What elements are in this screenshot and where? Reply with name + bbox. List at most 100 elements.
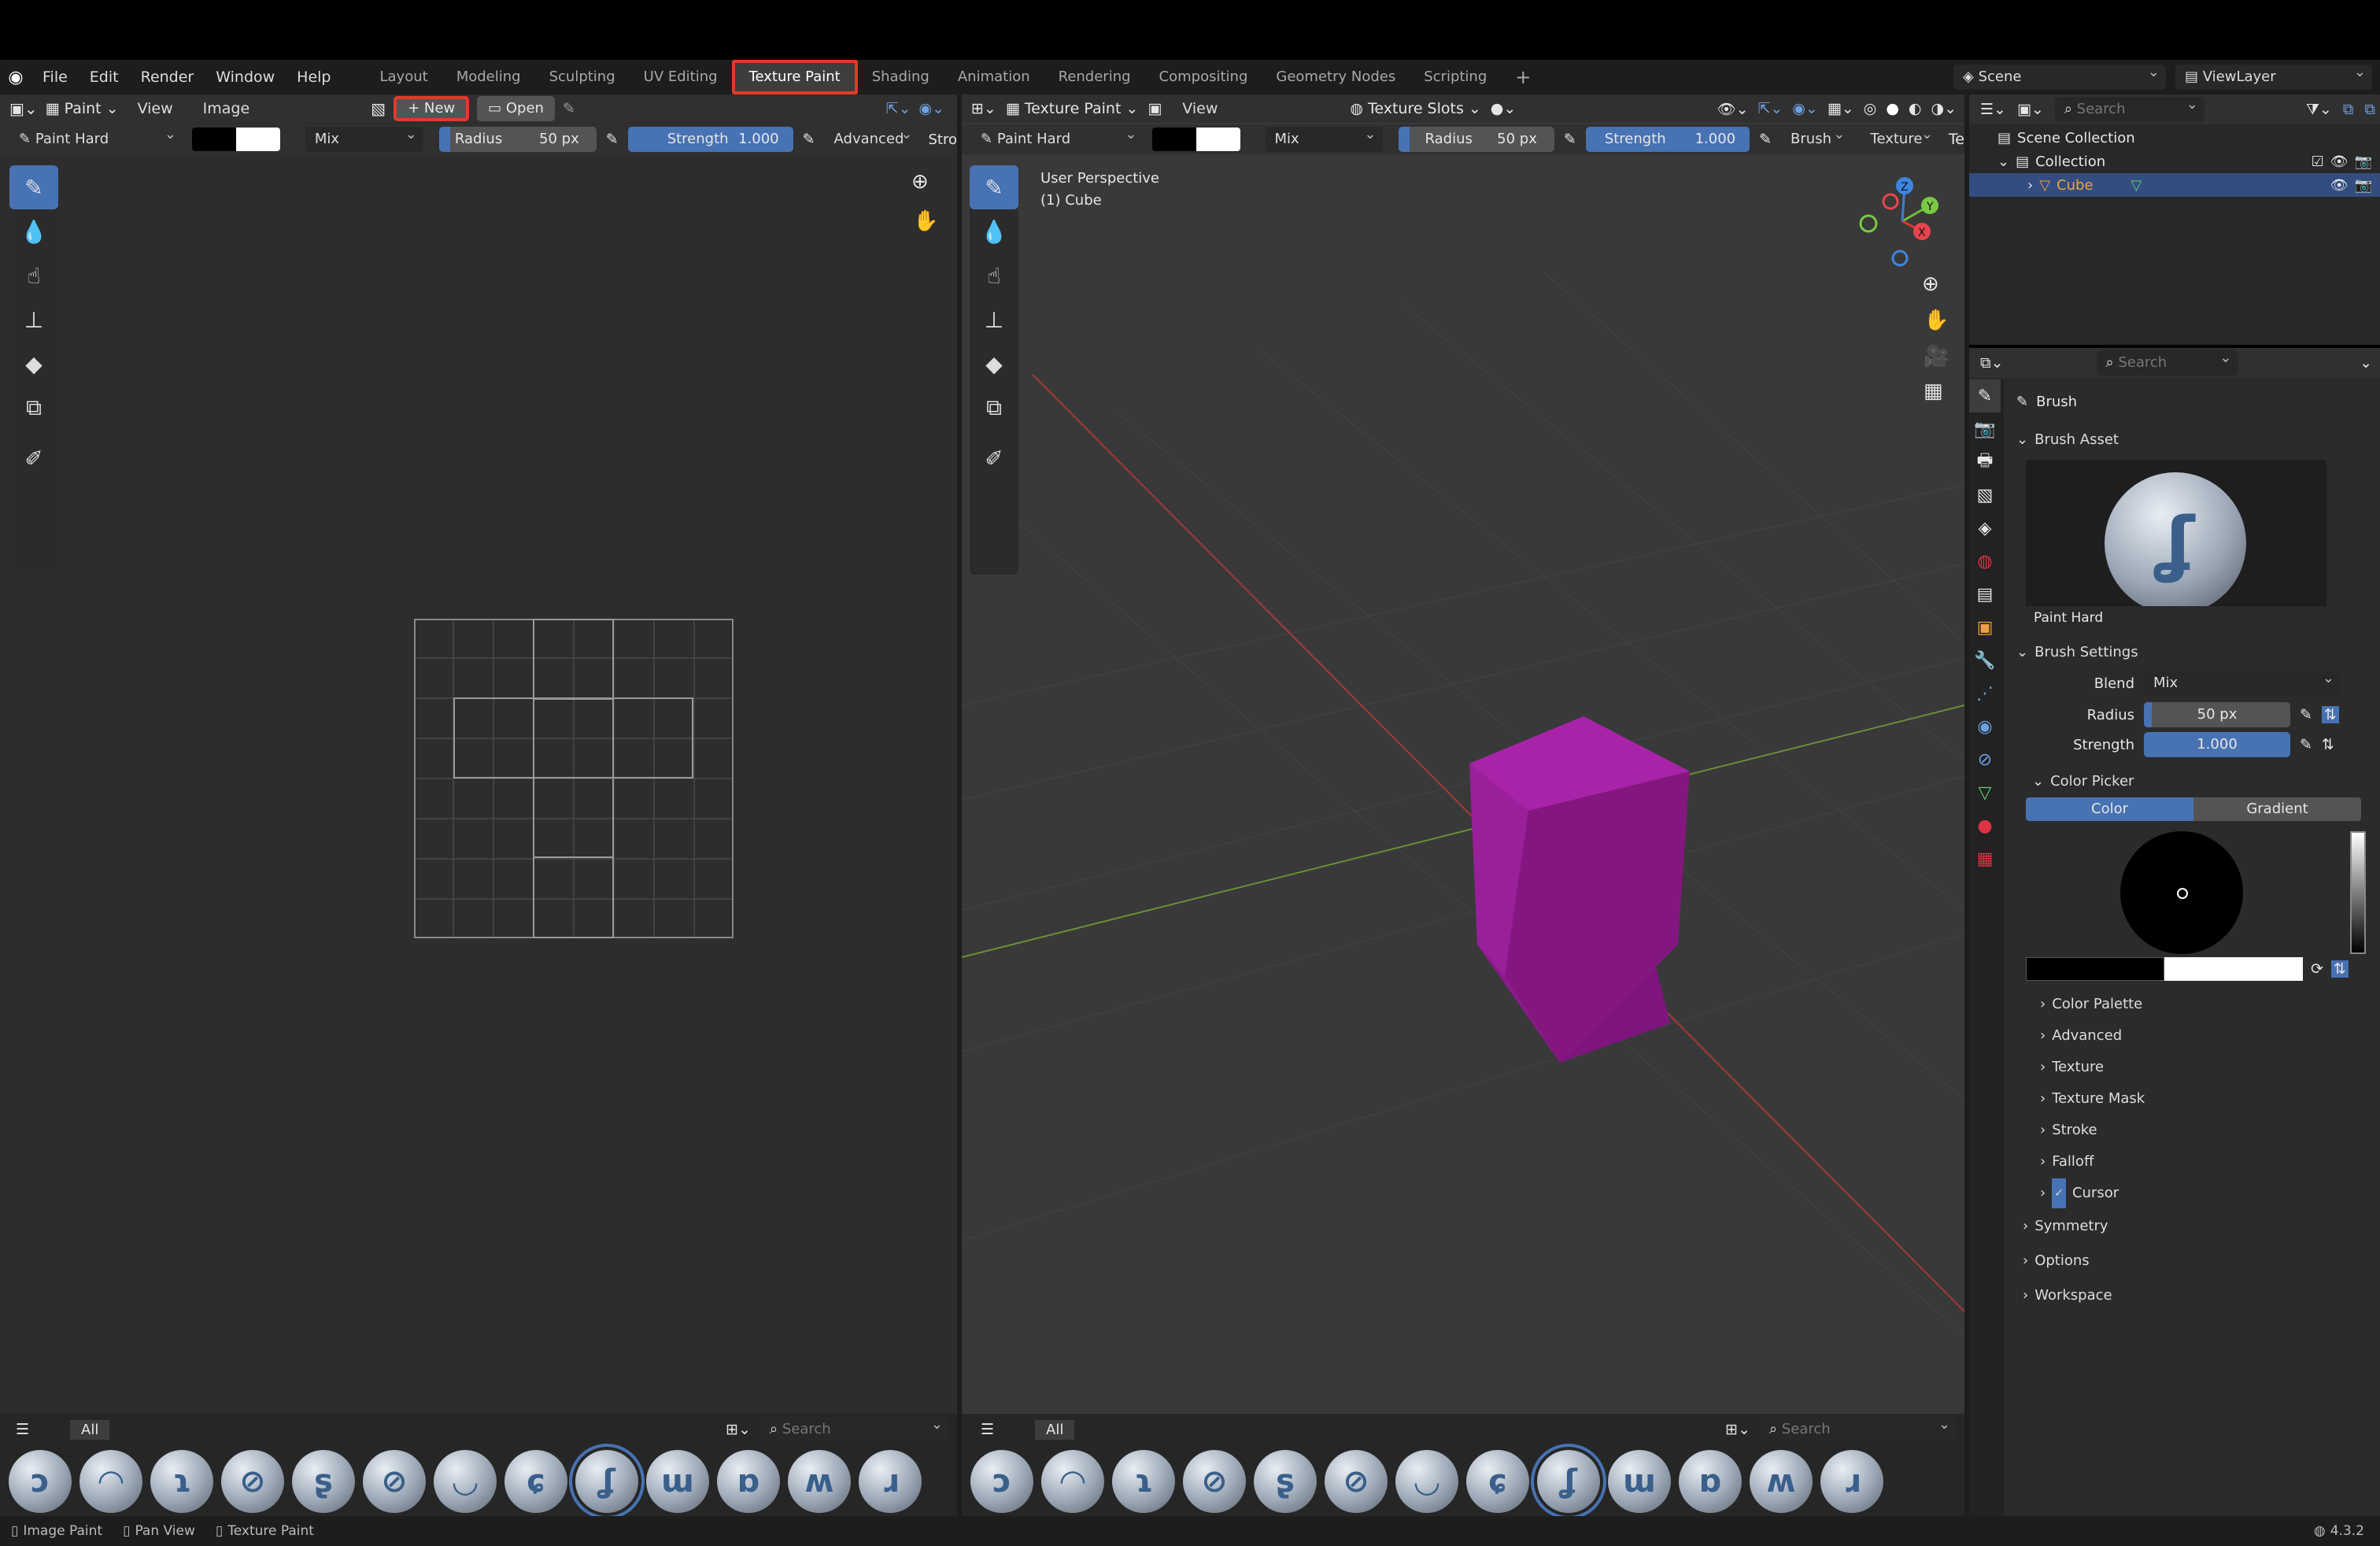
physics-tab-icon[interactable]: ◉: [1969, 710, 2001, 743]
viewport-radius-slider[interactable]: Radius 50 px: [1398, 127, 1554, 152]
collection-checkbox-icon[interactable]: ☑: [2312, 153, 2324, 170]
material-tab-icon[interactable]: ●: [1969, 809, 2001, 842]
brush-asset-thumbnail[interactable]: ⊘: [221, 1450, 284, 1513]
advanced-dropdown[interactable]: Advanced: [825, 122, 919, 152]
properties-radius-slider[interactable]: 50 px: [2144, 702, 2290, 727]
tab-compositing[interactable]: Compositing: [1145, 60, 1262, 94]
editor-type-icon[interactable]: ▣⌄: [9, 99, 38, 118]
color-tab[interactable]: Color: [2026, 797, 2193, 821]
viewport-shelf-search-input[interactable]: ⌕ Search: [1760, 1412, 1957, 1442]
shelf-search-input[interactable]: ⌕ Search: [760, 1412, 949, 1442]
zoom-icon[interactable]: ⊕: [911, 170, 929, 194]
collection-row[interactable]: ⌄ ▤ Collection ☑ 👁 📷: [1998, 150, 2380, 173]
subpanel-falloff[interactable]: › Falloff: [2016, 1146, 2371, 1178]
viewport-shelf-filter-all[interactable]: All: [1035, 1419, 1075, 1440]
scene-selector[interactable]: ◈ Scene: [1953, 60, 2166, 90]
draw-tool-icon[interactable]: ✎: [9, 165, 58, 209]
subpanel-cursor[interactable]: › ✓ Cursor: [2016, 1178, 2371, 1209]
rendered-shading-icon[interactable]: ◑⌄: [1931, 100, 1957, 117]
properties-strength-slider[interactable]: 1.000: [2144, 732, 2290, 757]
outliner-extra-icon[interactable]: ⧉: [2364, 101, 2375, 118]
wireframe-shading-icon[interactable]: ◎: [1864, 100, 1877, 117]
viewport-strength-pressure-icon[interactable]: ✎: [1759, 131, 1772, 148]
material-shading-icon[interactable]: ◐: [1909, 100, 1922, 117]
brush-asset-thumbnail[interactable]: ɯ: [1608, 1450, 1671, 1513]
brush-asset-thumbnail[interactable]: ɔ: [9, 1450, 72, 1513]
visibility-icon[interactable]: 👁⌄: [1717, 100, 1748, 118]
viewport-clone-tool-icon[interactable]: ⊥: [970, 298, 1018, 342]
viewport-truncated[interactable]: Te: [1949, 131, 1964, 148]
tab-animation[interactable]: Animation: [944, 60, 1044, 94]
collection-tab-icon[interactable]: ▤: [1969, 578, 2001, 611]
viewport-draw-tool-icon[interactable]: ✎: [970, 165, 1018, 209]
tool-tab-icon[interactable]: ✎: [1969, 379, 2001, 412]
brush-settings-panel-header[interactable]: ⌄ Brush Settings: [2016, 638, 2371, 668]
secondary-color-bar[interactable]: [2164, 957, 2303, 981]
brush-selector[interactable]: ✎ Paint Hard: [9, 122, 183, 152]
navigation-gizmo[interactable]: Y X Z: [1851, 170, 1953, 272]
tab-scripting[interactable]: Scripting: [1410, 60, 1501, 94]
brush-asset-thumbnail[interactable]: ʍ: [1750, 1450, 1813, 1513]
blend-dropdown[interactable]: Mix: [2144, 666, 2341, 696]
output-tab-icon[interactable]: 🖶: [1969, 446, 2001, 479]
outliner-editor-icon[interactable]: ☰⌄: [1980, 101, 2006, 118]
brush-preview[interactable]: ʆ Paint Hard: [2026, 460, 2326, 630]
brush-asset-thumbnail[interactable]: ⊘: [363, 1450, 426, 1513]
brush-asset-thumbnail[interactable]: ɿ: [150, 1450, 213, 1513]
slot-icon[interactable]: ▣: [1148, 100, 1162, 117]
brush-asset-thumbnail[interactable]: ʆ: [569, 1444, 645, 1519]
filter-icon[interactable]: ⧩⌄: [2306, 101, 2332, 118]
radius-slider[interactable]: Radius 50 px: [438, 127, 597, 152]
panel-options[interactable]: › Options: [2016, 1244, 2371, 1278]
viewport-brush-selector[interactable]: ✎ Paint Hard: [971, 122, 1143, 152]
data-tab-icon[interactable]: ▽: [1969, 776, 2001, 809]
cursor-checkbox-icon[interactable]: ✓: [2052, 1178, 2066, 1208]
open-image-button[interactable]: ▭ Open: [477, 96, 555, 121]
viewport-strength-slider[interactable]: Strength 1.000: [1585, 127, 1750, 152]
subpanel-advanced[interactable]: › Advanced: [2016, 1020, 2371, 1052]
mask-tool-icon[interactable]: ⧉: [9, 386, 58, 430]
fill-tool-icon[interactable]: ◆: [9, 342, 58, 386]
cube-row[interactable]: › ▽ Cube ▽ 👁 📷: [1969, 173, 2380, 197]
gradient-tab[interactable]: Gradient: [2193, 797, 2361, 821]
menu-edit[interactable]: Edit: [79, 68, 130, 86]
menu-image[interactable]: Image: [192, 100, 261, 117]
viewport-brush-menu[interactable]: Brush: [1781, 122, 1851, 152]
color-picker-header[interactable]: ⌄ Color Picker: [2016, 767, 2371, 797]
viewport-display-mode-icon[interactable]: ⊞⌄: [1725, 1421, 1750, 1438]
subpanel-stroke[interactable]: › Stroke: [2016, 1115, 2371, 1146]
scene-tab-icon[interactable]: ◈: [1969, 512, 2001, 545]
brush-asset-thumbnail[interactable]: ɹ: [1820, 1450, 1883, 1513]
brush-asset-thumbnail[interactable]: ɕ: [1466, 1450, 1529, 1513]
brush-asset-thumbnail[interactable]: ɿ: [1112, 1450, 1175, 1513]
subpanel-texture[interactable]: › Texture: [2016, 1052, 2371, 1083]
brush-asset-thumbnail[interactable]: ɔ: [970, 1450, 1033, 1513]
swap-colors-icon[interactable]: ⟳: [2311, 960, 2323, 978]
properties-search-input[interactable]: ⌕ Search: [2096, 346, 2238, 375]
texture-slots-dropdown[interactable]: ◍ Texture Slots ⌄: [1350, 100, 1480, 117]
subpanel-texture-mask[interactable]: › Texture Mask: [2016, 1083, 2371, 1115]
brush-asset-thumbnail[interactable]: ⊘: [1325, 1450, 1388, 1513]
brush-asset-thumbnail[interactable]: ɒ: [1679, 1450, 1742, 1513]
clone-tool-icon[interactable]: ⊥: [9, 298, 58, 342]
view-layer-selector[interactable]: ▤ ViewLayer: [2175, 60, 2372, 90]
brush-asset-thumbnail[interactable]: ɹ: [859, 1450, 922, 1513]
modifier-tab-icon[interactable]: 🔧: [1969, 644, 2001, 677]
world-tab-icon[interactable]: ◍: [1969, 545, 2001, 578]
soften-tool-icon[interactable]: 💧: [9, 209, 58, 253]
value-slider[interactable]: [2350, 831, 2366, 954]
radius-pressure-icon[interactable]: ✎: [606, 131, 619, 148]
render-tab-icon[interactable]: 📷: [1969, 412, 2001, 446]
tab-texture-paint[interactable]: Texture Paint: [731, 60, 858, 94]
viewport-gizmo-icon[interactable]: ⇱⌄: [1758, 100, 1783, 117]
viewport-smear-tool-icon[interactable]: ☝: [970, 253, 1018, 298]
strength-pressure-icon[interactable]: ✎: [803, 131, 815, 148]
collection-camera-icon[interactable]: 📷: [2355, 153, 2372, 170]
brush-asset-thumbnail[interactable]: ʂ: [292, 1450, 355, 1513]
view-layer-tab-icon[interactable]: ▧: [1969, 479, 2001, 512]
display-mode-icon[interactable]: ⊞⌄: [726, 1421, 751, 1438]
viewport-annotate-tool-icon[interactable]: ✐: [970, 436, 1018, 480]
viewport-blend-dropdown[interactable]: Mix: [1265, 122, 1383, 152]
viewport-radius-pressure-icon[interactable]: ✎: [1564, 131, 1576, 148]
unified-color-icon[interactable]: ⇅: [2330, 960, 2349, 978]
